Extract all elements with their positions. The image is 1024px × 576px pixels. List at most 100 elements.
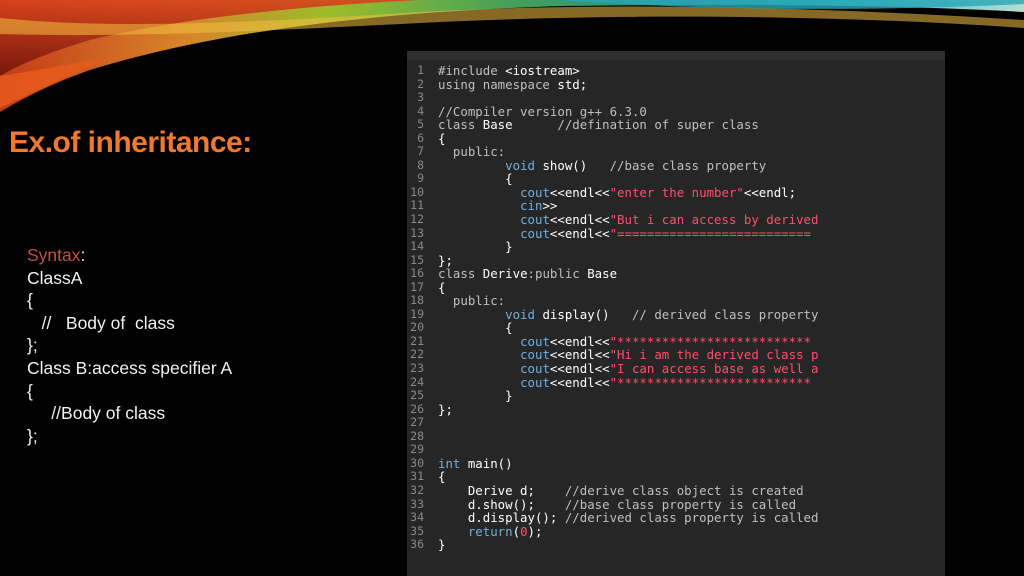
code-line: 16 class Derive:public Base (407, 267, 945, 281)
line-number: 35 (410, 523, 424, 538)
code-line: 27 (407, 416, 945, 430)
code-text: public: (438, 145, 505, 159)
line-number: 13 (410, 225, 424, 240)
code-line: 12 cout<<endl<<"But i can access by deri… (407, 212, 945, 227)
syntax-text: { (27, 380, 33, 401)
syntax-line: }; (27, 334, 357, 357)
syntax-line: ClassA (27, 267, 357, 290)
line-number: 32 (410, 482, 424, 497)
code-line: 14 } (407, 240, 945, 254)
line-number: 33 (410, 496, 424, 511)
line-number: 10 (410, 184, 424, 199)
code-header-strip (407, 51, 945, 60)
line-number: 23 (410, 361, 424, 376)
code-text: public: (438, 294, 505, 308)
line-number: 24 (410, 374, 424, 389)
line-number: 3 (417, 90, 424, 105)
code-text: //Compiler version g++ 6.3.0 (438, 104, 647, 119)
line-number: 34 (410, 510, 424, 525)
code-text: d.display(); //derived class property is… (438, 510, 819, 526)
line-number: 36 (410, 537, 424, 552)
code-text: return(0); (438, 523, 543, 539)
line-number: 25 (410, 388, 424, 403)
code-token-plain: display() (542, 306, 610, 322)
syntax-line: //Body of class (27, 402, 357, 425)
slide-title: Ex.of inheritance: (9, 126, 252, 159)
code-text: } (438, 538, 445, 552)
code-text: #include <iostream> (438, 64, 580, 78)
code-line: 9 { (407, 172, 945, 186)
code-line: 30 int main() (407, 456, 945, 471)
code-token-comment: :public (527, 266, 588, 282)
code-text: cout<<endl<<"enter the number"<<endl; (438, 186, 796, 200)
line-number: 19 (410, 306, 424, 321)
line-number: 7 (417, 144, 424, 159)
code-line: 5 class Base //defination of super class (407, 118, 945, 132)
syntax-keyword: Syntax (27, 245, 81, 265)
code-line: 23 cout<<endl<<"I can access base as wel… (407, 361, 945, 376)
code-line: 34 d.display(); //derived class property… (407, 510, 945, 526)
code-token-cout: cout (520, 374, 550, 390)
code-token-comment: //defination of super class (512, 117, 759, 133)
code-line: 20 { (407, 321, 945, 335)
code-text: { (438, 280, 445, 295)
code-screenshot: 1 #include <iostream> 2 using namespace std… (407, 51, 945, 576)
code-line: 31 { (407, 470, 945, 484)
line-number: 6 (417, 130, 424, 145)
code-text: Derive d; //derive class object is creat… (438, 484, 804, 498)
code-line: 18 public: (407, 294, 945, 308)
code-line: 19 void display() // derived class prope… (407, 306, 945, 322)
syntax-line: { (27, 380, 357, 403)
code-line: 36} (407, 538, 945, 552)
line-number: 8 (417, 157, 424, 172)
code-line: 4 //Compiler version g++ 6.3.0 (407, 103, 945, 119)
code-line: 11 cin>> (407, 199, 945, 213)
code-line: 6{ (407, 130, 945, 146)
code-line: 26}; (407, 401, 945, 417)
line-number: 26 (410, 401, 424, 416)
code-line: 17 { (407, 280, 945, 295)
code-token-string: "enter the number" (609, 184, 744, 200)
code-text: } (438, 240, 512, 254)
syntax-line: }; (27, 425, 357, 448)
line-number: 4 (417, 103, 424, 118)
code-token-comment: //derived class property is called (564, 510, 819, 526)
line-number: 9 (417, 171, 424, 186)
code-line: 29 (407, 443, 945, 457)
code-token-plain: <<endl; (743, 184, 797, 200)
syntax-block: Syntax: ClassA{ // Body of class}; Class B… (27, 244, 357, 447)
line-number: 31 (410, 469, 424, 484)
code-line: 7 public: (407, 145, 945, 159)
code-text: class Derive:public Base (438, 267, 617, 281)
code-token-keyword: return (467, 523, 513, 539)
code-text: { (438, 321, 512, 335)
code-line: 25 } (407, 389, 945, 403)
code-text: } (438, 389, 512, 403)
code-text: int main() (438, 457, 513, 471)
code-text: cin>> (438, 199, 557, 213)
code-token-string: "========================== (609, 225, 812, 241)
line-number: 28 (410, 428, 424, 443)
line-number: 18 (410, 293, 424, 308)
code-token-plain: } (438, 537, 446, 553)
code-line: 10 cout<<endl<<"enter the number"<<endl; (407, 184, 945, 200)
syntax-text: : (80, 245, 86, 265)
line-number: 21 (410, 333, 424, 348)
syntax-text: Class B:access specifier A (27, 357, 233, 378)
code-line: 8 void show() //base class property (407, 157, 945, 173)
code-line: 3 (407, 91, 945, 105)
code-line: 28 (407, 428, 945, 444)
code-token-string: 0 (520, 523, 528, 539)
code-text: void display() // derived class property (438, 308, 818, 322)
code-text: { (438, 172, 512, 186)
code-token-string: "************************** (609, 374, 812, 390)
code-line: 24 cout<<endl<<"************************… (407, 374, 945, 390)
code-token-plain: }; (438, 401, 453, 417)
code-token-plain: <<endl<< (549, 225, 610, 241)
syntax-line: Class B:access specifier A (27, 357, 357, 380)
line-number: 20 (410, 320, 424, 335)
code-text: d.show(); //base class property is calle… (438, 497, 796, 512)
code-text: using namespace std; (438, 77, 587, 92)
code-token-plain: show() (542, 157, 588, 173)
code-token-cout: cout (520, 225, 550, 241)
